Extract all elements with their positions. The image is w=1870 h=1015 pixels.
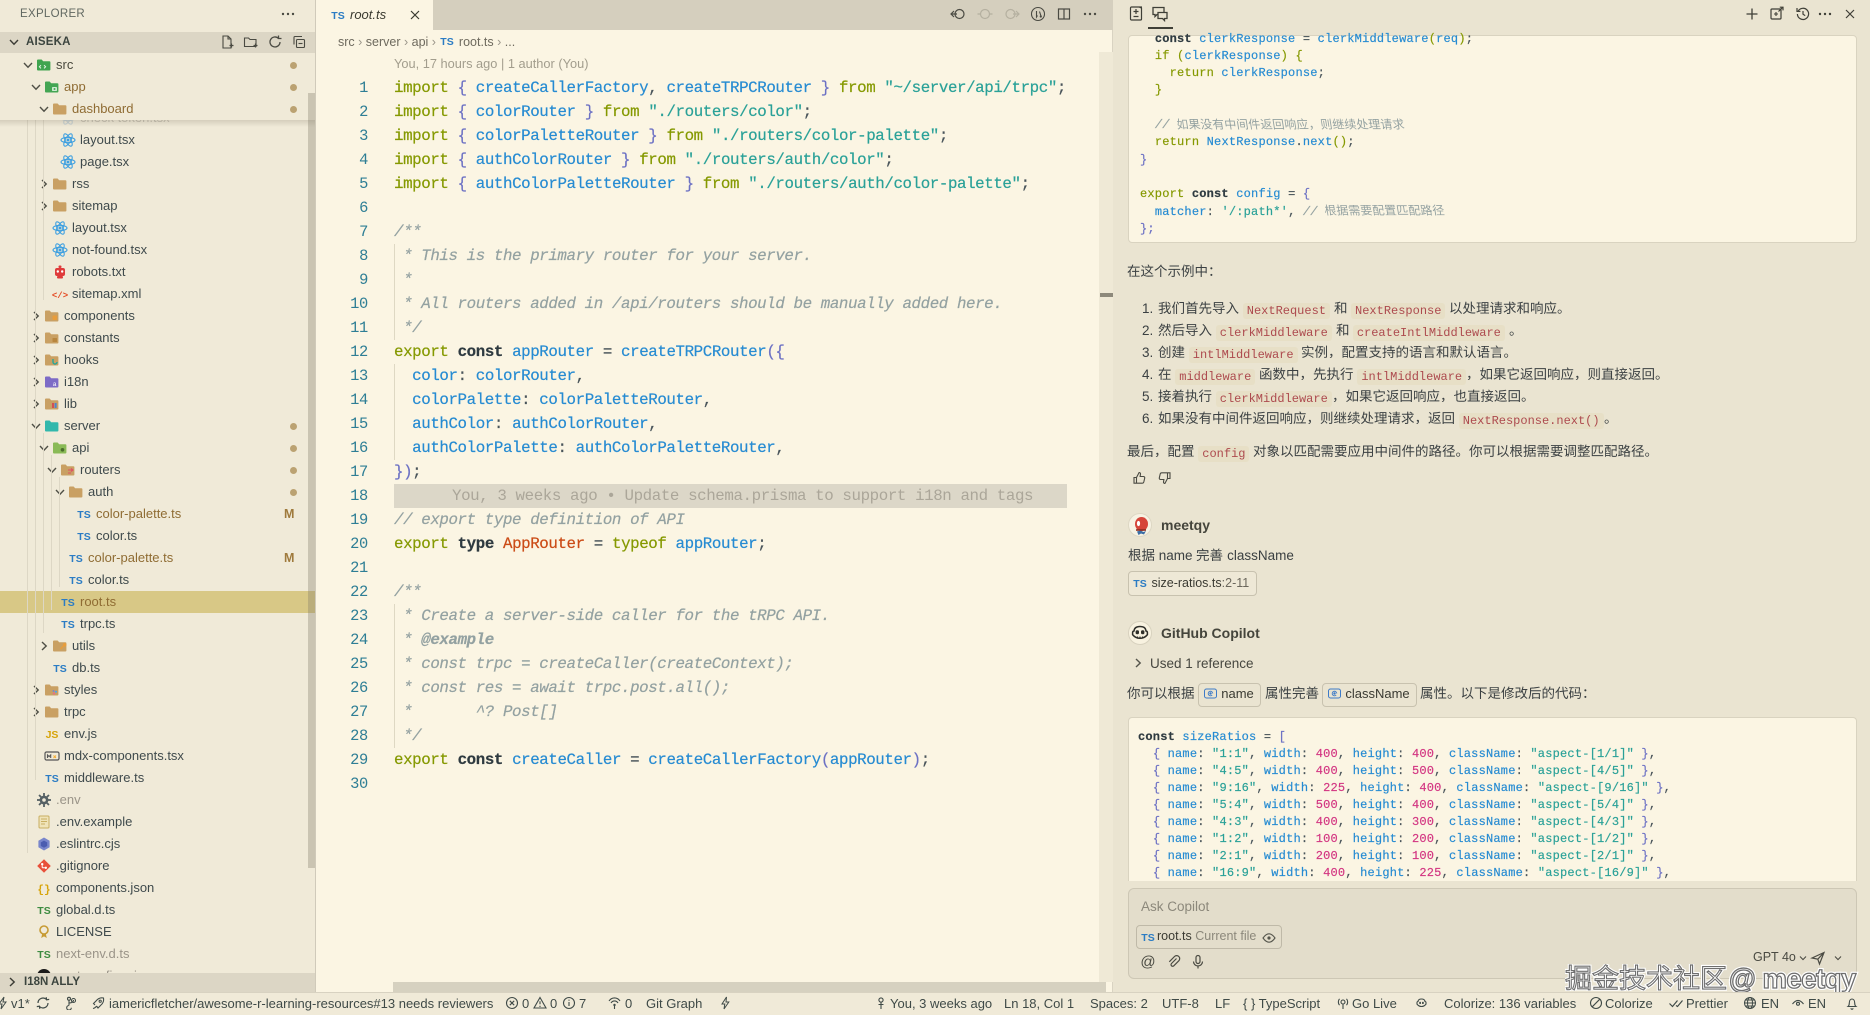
- svg-text:TS: TS: [61, 619, 74, 631]
- svg-text:{}: {}: [37, 884, 50, 896]
- svg-text:TS: TS: [69, 553, 82, 565]
- svg-text:TS: TS: [441, 36, 454, 48]
- svg-text:TS: TS: [61, 597, 74, 609]
- svg-text:</>: </>: [52, 291, 68, 301]
- svg-text:TS: TS: [1141, 932, 1154, 944]
- svg-text:TS: TS: [1133, 578, 1146, 590]
- svg-text:TS: TS: [77, 531, 90, 543]
- svg-text:TS: TS: [77, 509, 90, 521]
- svg-text:a: a: [53, 381, 57, 388]
- svg-text:TS: TS: [331, 10, 344, 22]
- svg-text:JS: JS: [46, 729, 59, 741]
- svg-text:TS: TS: [37, 949, 50, 961]
- svg-text:TS: TS: [45, 773, 58, 785]
- svg-text:TS: TS: [37, 905, 50, 917]
- svg-text:TS: TS: [53, 663, 66, 675]
- svg-text:TS: TS: [69, 575, 82, 587]
- svg-text:@: @: [1140, 954, 1155, 970]
